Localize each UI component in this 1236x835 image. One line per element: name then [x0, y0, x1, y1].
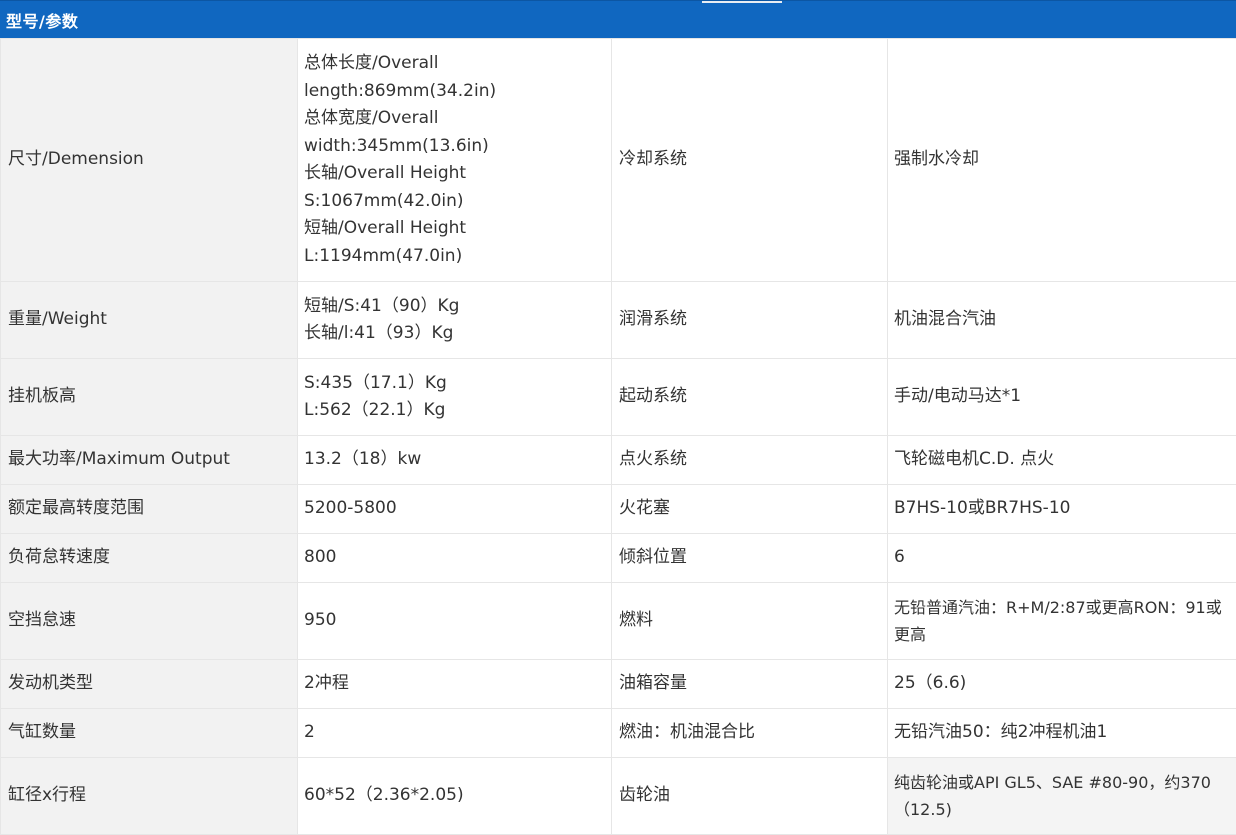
spec-value-line: 短轴/Overall Height	[304, 215, 605, 243]
spec-label: 缸径x行程	[1, 758, 298, 835]
tab-indicator	[702, 1, 782, 3]
spec-label-2: 润滑系统	[612, 282, 888, 359]
spec-value-2: 飞轮磁电机C.D. 点火	[888, 436, 1236, 485]
spec-value: 950	[298, 583, 612, 660]
table-row: 尺寸/Demension 总体长度/Overall length:869mm(3…	[1, 39, 1236, 282]
spec-value-2: B7HS-10或BR7HS-10	[888, 485, 1236, 534]
spec-value: 800	[298, 534, 612, 583]
table-row: 气缸数量 2 燃油：机油混合比 无铅汽油50：纯2冲程机油1	[1, 709, 1236, 758]
spec-value-line: 长轴/l:41（93）Kg	[304, 320, 605, 348]
spec-value: 总体长度/Overall length:869mm(34.2in) 总体宽度/O…	[298, 39, 612, 282]
spec-value-2: 6	[888, 534, 1236, 583]
spec-value: 2	[298, 709, 612, 758]
spec-value-2: 纯齿轮油或API GL5、SAE #80-90，约370（12.5)	[888, 758, 1236, 835]
spec-value-2: 手动/电动马达*1	[888, 359, 1236, 436]
table-row: 发动机类型 2冲程 油箱容量 25（6.6)	[1, 660, 1236, 709]
spec-value-line: L:1194mm(47.0in)	[304, 243, 605, 271]
table-row: 最大功率/Maximum Output 13.2（18）kw 点火系统 飞轮磁电…	[1, 436, 1236, 485]
spec-table: 尺寸/Demension 总体长度/Overall length:869mm(3…	[0, 38, 1236, 835]
spec-label-2: 燃料	[612, 583, 888, 660]
spec-header-title: 型号/参数	[6, 8, 78, 32]
spec-label-2: 油箱容量	[612, 660, 888, 709]
spec-value: 2冲程	[298, 660, 612, 709]
spec-value-2: 机油混合汽油	[888, 282, 1236, 359]
spec-value-2: 无铅普通汽油：R+M/2:87或更高RON：91或更高	[888, 583, 1236, 660]
spec-value-line: L:562（22.1）Kg	[304, 397, 605, 425]
spec-value-line: 短轴/S:41（90）Kg	[304, 293, 605, 321]
spec-header-bar: 型号/参数	[0, 0, 1236, 38]
spec-label: 气缸数量	[1, 709, 298, 758]
spec-value: 短轴/S:41（90）Kg 长轴/l:41（93）Kg	[298, 282, 612, 359]
spec-label-2: 倾斜位置	[612, 534, 888, 583]
spec-label-2: 冷却系统	[612, 39, 888, 282]
spec-page: 型号/参数 尺寸/Demension 总体长度/Overall length:8…	[0, 0, 1236, 816]
table-row: 额定最高转度范围 5200-5800 火花塞 B7HS-10或BR7HS-10	[1, 485, 1236, 534]
table-row: 重量/Weight 短轴/S:41（90）Kg 长轴/l:41（93）Kg 润滑…	[1, 282, 1236, 359]
table-row: 负荷怠转速度 800 倾斜位置 6	[1, 534, 1236, 583]
spec-label: 挂机板高	[1, 359, 298, 436]
table-row: 空挡怠速 950 燃料 无铅普通汽油：R+M/2:87或更高RON：91或更高	[1, 583, 1236, 660]
spec-label-2: 齿轮油	[612, 758, 888, 835]
spec-value-line: S:1067mm(42.0in)	[304, 188, 605, 216]
spec-label-2: 点火系统	[612, 436, 888, 485]
spec-label: 发动机类型	[1, 660, 298, 709]
spec-label-2: 燃油：机油混合比	[612, 709, 888, 758]
spec-value-2: 强制水冷却	[888, 39, 1236, 282]
spec-label: 最大功率/Maximum Output	[1, 436, 298, 485]
table-row: 缸径x行程 60*52（2.36*2.05) 齿轮油 纯齿轮油或API GL5、…	[1, 758, 1236, 835]
spec-value: S:435（17.1）Kg L:562（22.1）Kg	[298, 359, 612, 436]
spec-value: 5200-5800	[298, 485, 612, 534]
spec-value-2: 25（6.6)	[888, 660, 1236, 709]
spec-value: 13.2（18）kw	[298, 436, 612, 485]
spec-label: 空挡怠速	[1, 583, 298, 660]
spec-value-line: width:345mm(13.6in)	[304, 133, 605, 161]
spec-value-line: S:435（17.1）Kg	[304, 370, 605, 398]
spec-label-2: 火花塞	[612, 485, 888, 534]
spec-label: 尺寸/Demension	[1, 39, 298, 282]
spec-value: 60*52（2.36*2.05)	[298, 758, 612, 835]
spec-value-line: 总体长度/Overall	[304, 50, 605, 78]
spec-label: 重量/Weight	[1, 282, 298, 359]
spec-value-line: 总体宽度/Overall	[304, 105, 605, 133]
spec-value-line: 长轴/Overall Height	[304, 160, 605, 188]
spec-value-2: 无铅汽油50：纯2冲程机油1	[888, 709, 1236, 758]
spec-value-line: length:869mm(34.2in)	[304, 78, 605, 106]
spec-label-2: 起动系统	[612, 359, 888, 436]
spec-label: 负荷怠转速度	[1, 534, 298, 583]
spec-label: 额定最高转度范围	[1, 485, 298, 534]
table-row: 挂机板高 S:435（17.1）Kg L:562（22.1）Kg 起动系统 手动…	[1, 359, 1236, 436]
